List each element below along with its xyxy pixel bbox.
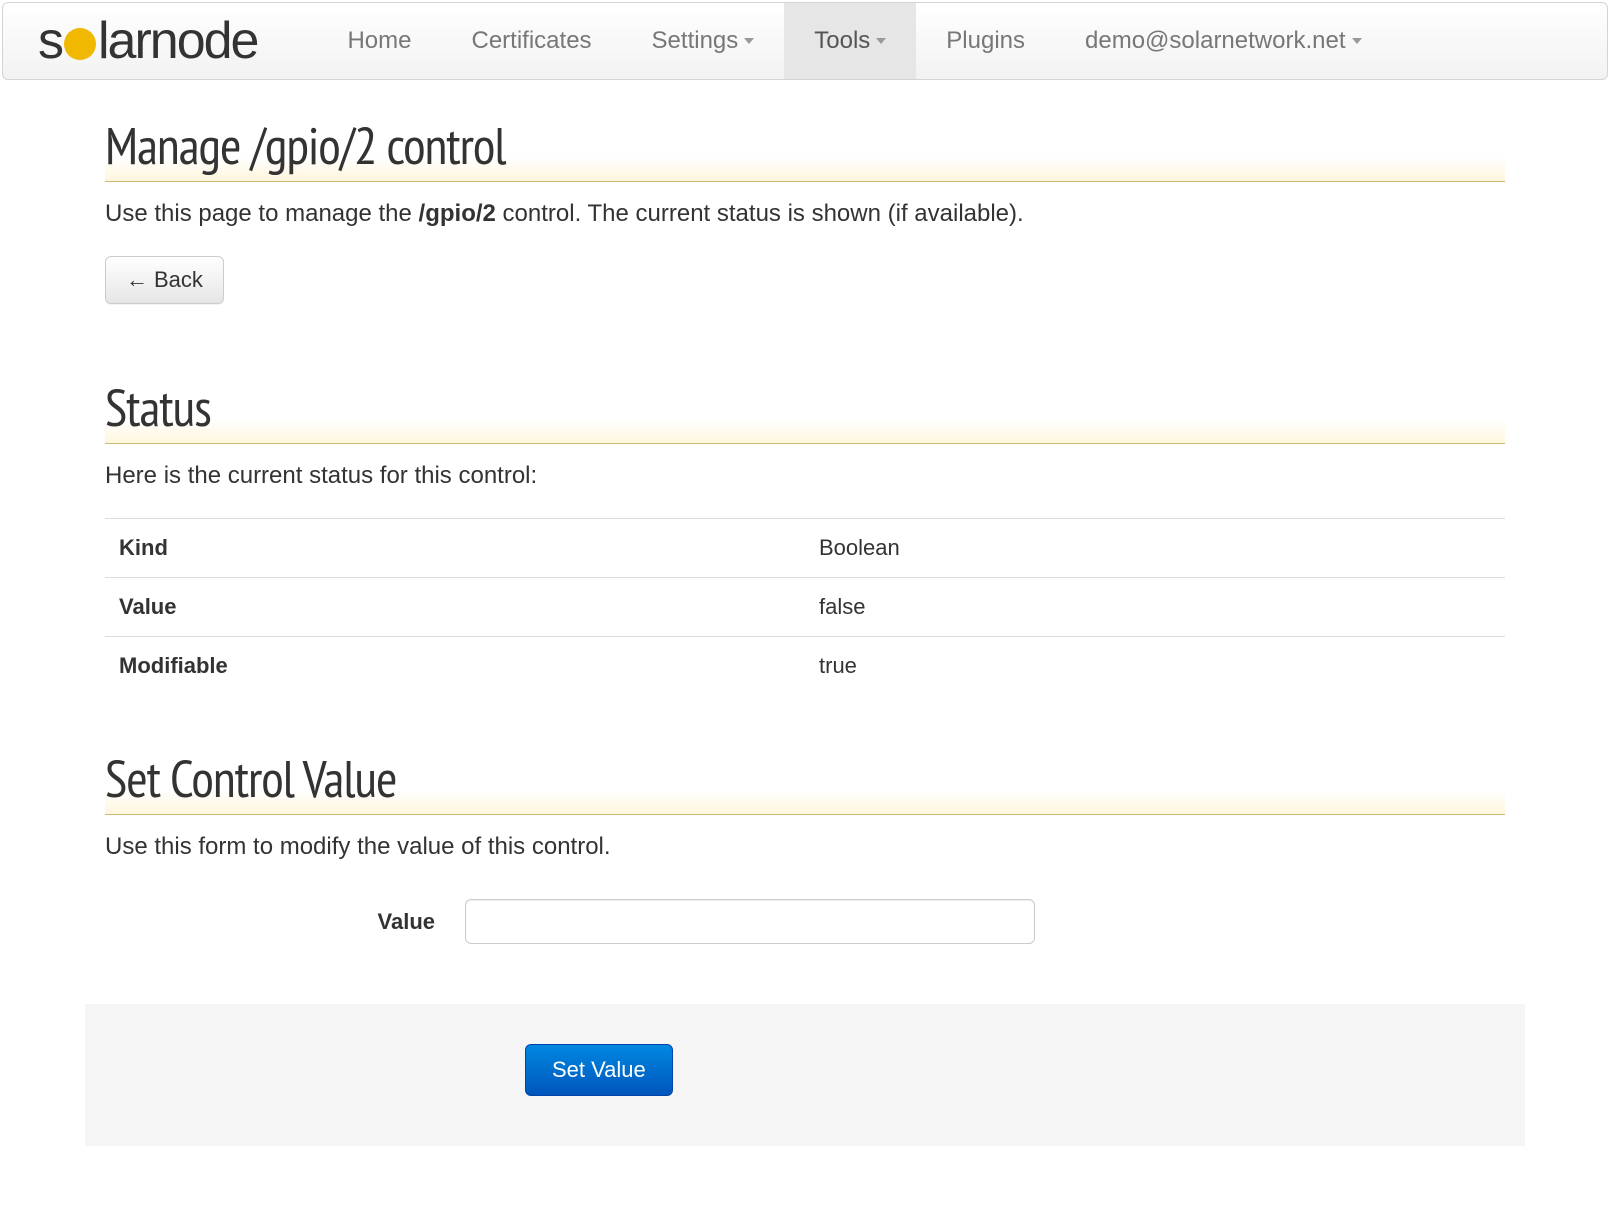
page-description: Use this page to manage the /gpio/2 cont… <box>105 200 1505 228</box>
nav-item-plugins[interactable]: Plugins <box>916 3 1055 79</box>
nav-item-settings[interactable]: Settings <box>622 3 785 79</box>
brand-o-icon <box>64 28 96 60</box>
nav-item-home[interactable]: Home <box>317 3 441 79</box>
status-table: Kind Boolean Value false Modifiable true <box>105 518 1505 695</box>
table-row: Value false <box>105 578 1505 637</box>
page-title: Manage /gpio/2 control <box>105 112 1505 182</box>
nav-label: demo@solarnetwork.net <box>1085 27 1345 55</box>
back-label: Back <box>154 267 203 293</box>
set-value-heading: Set Control Value <box>105 745 1505 815</box>
value-label: Value <box>105 909 465 935</box>
set-value-section: Set Control Value Use this form to modif… <box>105 745 1505 1146</box>
page-header-section: Manage /gpio/2 control Use this page to … <box>105 112 1505 344</box>
desc-suffix: control. The current status is shown (if… <box>496 200 1024 227</box>
nav-item-user[interactable]: demo@solarnetwork.net <box>1055 3 1391 79</box>
status-value: false <box>805 578 1505 637</box>
value-form-row: Value <box>105 889 1505 944</box>
nav-links: Home Certificates Settings Tools Plugins… <box>317 3 1391 79</box>
arrow-left-icon: ← <box>126 267 148 293</box>
set-value-description: Use this form to modify the value of thi… <box>105 833 1505 861</box>
status-description: Here is the current status for this cont… <box>105 462 1505 490</box>
status-section: Status Here is the current status for th… <box>105 374 1505 695</box>
chevron-down-icon <box>744 38 754 44</box>
set-value-button[interactable]: Set Value <box>525 1044 673 1096</box>
chevron-down-icon <box>876 38 886 44</box>
chevron-down-icon <box>1352 38 1362 44</box>
nav-item-certificates[interactable]: Certificates <box>442 3 622 79</box>
table-row: Kind Boolean <box>105 519 1505 578</box>
table-row: Modifiable true <box>105 637 1505 696</box>
status-value: Boolean <box>805 519 1505 578</box>
nav-item-tools[interactable]: Tools <box>784 3 916 79</box>
value-input[interactable] <box>465 899 1035 944</box>
brand-suffix: larnode <box>98 11 257 71</box>
nav-label: Settings <box>652 27 739 55</box>
main-container: Manage /gpio/2 control Use this page to … <box>85 82 1525 1206</box>
status-value: true <box>805 637 1505 696</box>
status-key: Modifiable <box>105 637 805 696</box>
nav-label: Tools <box>814 27 870 55</box>
status-key: Value <box>105 578 805 637</box>
desc-bold: /gpio/2 <box>419 200 496 227</box>
desc-prefix: Use this page to manage the <box>105 200 419 227</box>
navbar: s larnode Home Certificates Settings Tool… <box>2 2 1608 80</box>
nav-label: Plugins <box>946 27 1025 55</box>
form-footer: Set Value <box>85 1004 1525 1146</box>
status-key: Kind <box>105 519 805 578</box>
nav-label: Home <box>347 27 411 55</box>
brand-prefix: s <box>38 11 62 71</box>
status-heading: Status <box>105 374 1505 444</box>
nav-label: Certificates <box>472 27 592 55</box>
brand-logo[interactable]: s larnode <box>38 11 257 71</box>
back-button[interactable]: ← Back <box>105 256 224 304</box>
